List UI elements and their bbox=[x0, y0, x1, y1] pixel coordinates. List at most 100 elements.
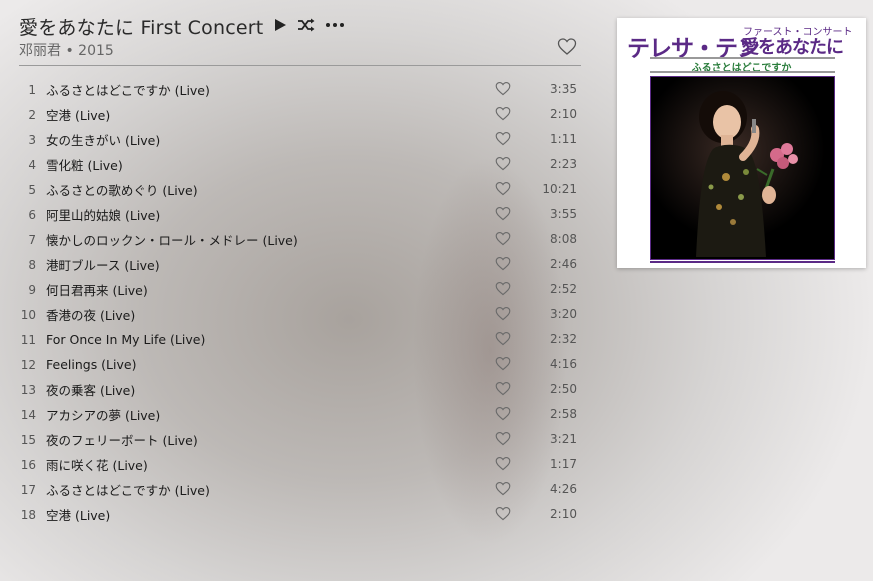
play-icon[interactable] bbox=[273, 17, 287, 36]
track-title[interactable]: アカシアの夢 (Live) bbox=[46, 405, 160, 424]
cover-rule bbox=[650, 261, 835, 263]
track-row[interactable]: 14 アカシアの夢 (Live) 2:58 bbox=[19, 402, 581, 427]
track-duration: 2:46 bbox=[550, 257, 577, 271]
heart-icon[interactable] bbox=[495, 431, 511, 447]
heart-icon[interactable] bbox=[495, 331, 511, 347]
heart-icon[interactable] bbox=[495, 406, 511, 422]
track-number: 13 bbox=[20, 382, 36, 397]
track-duration: 3:20 bbox=[550, 307, 577, 321]
track-duration: 1:11 bbox=[550, 132, 577, 146]
track-title[interactable]: For Once In My Life (Live) bbox=[46, 332, 205, 347]
track-title[interactable]: ふるさとはどこですか (Live) bbox=[46, 80, 210, 99]
header-divider bbox=[19, 65, 581, 66]
track-title[interactable]: 雪化粧 (Live) bbox=[46, 155, 123, 174]
track-number: 2 bbox=[28, 107, 36, 122]
track-duration: 8:08 bbox=[550, 232, 577, 246]
track-title[interactable]: 懐かしのロックン・ロール・メドレー (Live) bbox=[46, 230, 298, 249]
album-meta: 邓丽君 • 2015 bbox=[19, 40, 581, 60]
meta-separator: • bbox=[65, 43, 79, 59]
track-duration: 3:55 bbox=[550, 207, 577, 221]
track-row[interactable]: 7 懐かしのロックン・ロール・メドレー (Live) 8:08 bbox=[19, 227, 581, 252]
heart-icon[interactable] bbox=[495, 231, 511, 247]
track-number: 6 bbox=[28, 207, 36, 222]
track-number: 14 bbox=[20, 407, 36, 422]
track-duration: 4:26 bbox=[550, 482, 577, 496]
track-duration: 2:23 bbox=[550, 157, 577, 171]
heart-icon[interactable] bbox=[495, 381, 511, 397]
track-row[interactable]: 9 何日君再来 (Live) 2:52 bbox=[19, 277, 581, 302]
track-row[interactable]: 16 雨に咲く花 (Live) 1:17 bbox=[19, 452, 581, 477]
track-row[interactable]: 12 Feelings (Live) 4:16 bbox=[19, 352, 581, 377]
track-row[interactable]: 6 阿里山的姑娘 (Live) 3:55 bbox=[19, 202, 581, 227]
track-row[interactable]: 10 香港の夜 (Live) 3:20 bbox=[19, 302, 581, 327]
heart-icon[interactable] bbox=[495, 456, 511, 472]
track-number: 5 bbox=[28, 182, 36, 197]
heart-icon[interactable] bbox=[495, 131, 511, 147]
track-title[interactable]: 雨に咲く花 (Live) bbox=[46, 455, 148, 474]
heart-icon[interactable] bbox=[495, 181, 511, 197]
track-number: 10 bbox=[20, 307, 36, 322]
album-header: 愛をあなたに First Concert 邓丽君 • 2015 bbox=[19, 12, 581, 60]
shuffle-icon[interactable] bbox=[297, 17, 315, 36]
artist-link[interactable]: 邓丽君 bbox=[19, 43, 61, 59]
track-title[interactable]: 港町ブルース (Live) bbox=[46, 255, 160, 274]
track-title[interactable]: ふるさとの歌めぐり (Live) bbox=[46, 180, 198, 199]
album-heart-icon[interactable] bbox=[557, 37, 577, 57]
track-row[interactable]: 2 空港 (Live) 2:10 bbox=[19, 102, 581, 127]
track-title[interactable]: 香港の夜 (Live) bbox=[46, 305, 135, 324]
track-row[interactable]: 15 夜のフェリーボート (Live) 3:21 bbox=[19, 427, 581, 452]
heart-icon[interactable] bbox=[495, 506, 511, 522]
track-title[interactable]: 女の生きがい (Live) bbox=[46, 130, 160, 149]
track-title[interactable]: 夜のフェリーボート (Live) bbox=[46, 430, 198, 449]
track-number: 4 bbox=[28, 157, 36, 172]
track-list: 1 ふるさとはどこですか (Live) 3:35 2 空港 (Live) 2:10 3 女の生… bbox=[19, 77, 581, 527]
track-row[interactable]: 18 空港 (Live) 2:10 bbox=[19, 502, 581, 527]
track-number: 7 bbox=[28, 232, 36, 247]
track-title[interactable]: 阿里山的姑娘 (Live) bbox=[46, 205, 160, 224]
track-title[interactable]: 空港 (Live) bbox=[46, 105, 110, 124]
heart-icon[interactable] bbox=[495, 306, 511, 322]
cover-rule bbox=[650, 71, 835, 73]
track-row[interactable]: 13 夜の乗客 (Live) 2:50 bbox=[19, 377, 581, 402]
track-duration: 10:21 bbox=[542, 182, 577, 196]
track-title[interactable]: 何日君再来 (Live) bbox=[46, 280, 148, 299]
track-duration: 1:17 bbox=[550, 457, 577, 471]
track-title[interactable]: 夜の乗客 (Live) bbox=[46, 380, 135, 399]
track-duration: 2:32 bbox=[550, 332, 577, 346]
track-duration: 3:35 bbox=[550, 82, 577, 96]
track-row[interactable]: 11 For Once In My Life (Live) 2:32 bbox=[19, 327, 581, 352]
track-row[interactable]: 4 雪化粧 (Live) 2:23 bbox=[19, 152, 581, 177]
heart-icon[interactable] bbox=[495, 81, 511, 97]
cover-photo bbox=[650, 76, 835, 260]
track-number: 12 bbox=[20, 357, 36, 372]
track-duration: 3:21 bbox=[550, 432, 577, 446]
track-title[interactable]: ふるさとはどこですか (Live) bbox=[46, 480, 210, 499]
track-duration: 2:58 bbox=[550, 407, 577, 421]
track-number: 9 bbox=[28, 282, 36, 297]
track-row[interactable]: 5 ふるさとの歌めぐり (Live) 10:21 bbox=[19, 177, 581, 202]
heart-icon[interactable] bbox=[495, 356, 511, 372]
more-icon[interactable] bbox=[325, 17, 345, 36]
cover-title-2: 愛をあなたに bbox=[741, 37, 844, 58]
track-number: 1 bbox=[28, 82, 36, 97]
track-number: 16 bbox=[20, 457, 36, 472]
track-row[interactable]: 3 女の生きがい (Live) 1:11 bbox=[19, 127, 581, 152]
track-number: 15 bbox=[20, 432, 36, 447]
track-number: 11 bbox=[20, 332, 36, 347]
track-number: 17 bbox=[20, 482, 36, 497]
album-year: 2015 bbox=[78, 43, 114, 59]
heart-icon[interactable] bbox=[495, 106, 511, 122]
track-row[interactable]: 8 港町ブルース (Live) 2:46 bbox=[19, 252, 581, 277]
track-row[interactable]: 1 ふるさとはどこですか (Live) 3:35 bbox=[19, 77, 581, 102]
album-title: 愛をあなたに First Concert bbox=[19, 16, 264, 39]
track-duration: 2:50 bbox=[550, 382, 577, 396]
heart-icon[interactable] bbox=[495, 481, 511, 497]
heart-icon[interactable] bbox=[495, 281, 511, 297]
heart-icon[interactable] bbox=[495, 256, 511, 272]
track-row[interactable]: 17 ふるさとはどこですか (Live) 4:26 bbox=[19, 477, 581, 502]
heart-icon[interactable] bbox=[495, 206, 511, 222]
track-title[interactable]: Feelings (Live) bbox=[46, 357, 136, 372]
heart-icon[interactable] bbox=[495, 156, 511, 172]
track-duration: 4:16 bbox=[550, 357, 577, 371]
track-title[interactable]: 空港 (Live) bbox=[46, 505, 110, 524]
